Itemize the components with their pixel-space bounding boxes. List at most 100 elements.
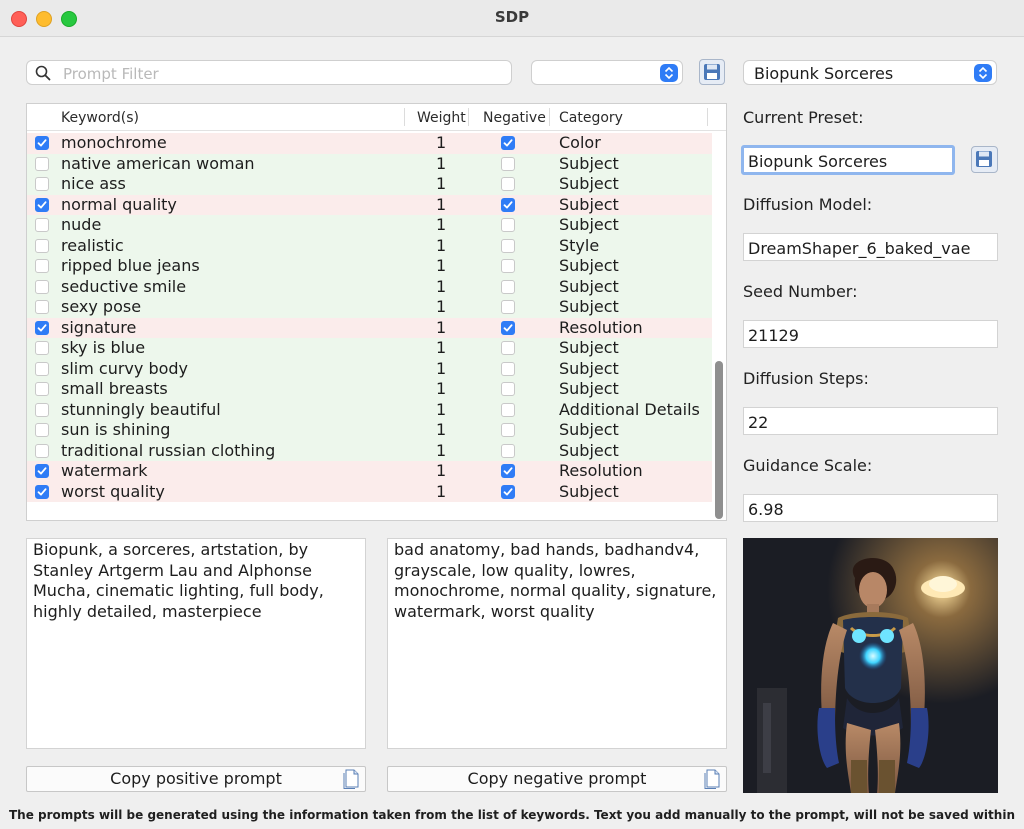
category-cell: Subject [559, 276, 619, 296]
table-row[interactable]: sky is blue 1 Subject [27, 338, 712, 359]
copy-positive-prompt-button[interactable]: Copy positive prompt [26, 766, 366, 792]
negative-checkbox[interactable] [501, 156, 515, 171]
table-row[interactable]: watermark 1 Resolution [27, 461, 712, 482]
negative-checkbox[interactable] [501, 484, 515, 499]
keyword-cell: sexy pose [61, 297, 142, 316]
weight-cell[interactable]: 1 [436, 420, 446, 440]
negative-checkbox[interactable] [501, 259, 515, 273]
negative-checkbox[interactable] [501, 361, 515, 376]
table-row[interactable]: slim curvy body 1 Subject [27, 358, 712, 379]
guidance-scale-input[interactable]: 6.98 [743, 494, 998, 522]
table-row[interactable]: signature 1 Resolution [27, 317, 712, 338]
category-cell: Color [559, 133, 601, 152]
table-row[interactable]: sun is shining 1 Subject [27, 420, 712, 441]
prompt-filter-input[interactable] [61, 63, 505, 84]
negative-checkbox[interactable] [501, 402, 515, 417]
row-select-checkbox[interactable] [35, 443, 49, 458]
weight-cell[interactable]: 1 [436, 174, 446, 194]
table-row[interactable]: nude 1 Subject [27, 215, 712, 236]
copy-negative-prompt-button[interactable]: Copy negative prompt [387, 766, 727, 792]
table-row[interactable]: native american woman 1 Subject [27, 153, 712, 174]
negative-checkbox[interactable] [501, 382, 515, 396]
row-select-checkbox[interactable] [35, 259, 49, 273]
column-header-weight[interactable]: Weight [417, 110, 466, 126]
row-select-checkbox[interactable] [35, 177, 49, 191]
prompt-filter-search[interactable] [26, 60, 512, 85]
weight-cell[interactable]: 1 [436, 318, 446, 338]
row-select-checkbox[interactable] [35, 300, 49, 314]
table-row[interactable]: ripped blue jeans 1 Subject [27, 256, 712, 277]
save-preset-button[interactable] [971, 146, 998, 173]
table-row[interactable]: stunningly beautiful 1 Additional Details [27, 399, 712, 420]
category-cell: Subject [559, 215, 619, 234]
row-select-checkbox[interactable] [35, 320, 49, 335]
negative-prompt-textarea[interactable]: bad anatomy, bad hands, badhandv4, grays… [387, 538, 727, 749]
row-select-checkbox[interactable] [35, 156, 49, 171]
table-row[interactable]: monochrome 1 Color [27, 133, 712, 154]
category-cell: Subject [559, 420, 619, 439]
table-row[interactable]: nice ass 1 Subject [27, 174, 712, 195]
weight-cell[interactable]: 1 [436, 359, 446, 379]
negative-checkbox[interactable] [501, 443, 515, 458]
scrollbar-thumb[interactable] [715, 361, 723, 519]
row-select-checkbox[interactable] [35, 382, 49, 396]
negative-checkbox[interactable] [501, 320, 515, 335]
row-select-checkbox[interactable] [35, 484, 49, 499]
current-preset-input[interactable]: Biopunk Sorceres [741, 145, 955, 175]
row-select-checkbox[interactable] [35, 238, 49, 253]
keyword-cell: small breasts [61, 379, 168, 398]
weight-cell[interactable]: 1 [436, 297, 446, 317]
row-select-checkbox[interactable] [35, 361, 49, 376]
negative-checkbox[interactable] [501, 218, 515, 232]
negative-checkbox[interactable] [501, 177, 515, 191]
negative-checkbox[interactable] [501, 197, 515, 212]
table-row[interactable]: realistic 1 Style [27, 235, 712, 256]
weight-cell[interactable]: 1 [436, 441, 446, 461]
table-row[interactable]: small breasts 1 Subject [27, 379, 712, 400]
row-select-checkbox[interactable] [35, 136, 49, 150]
row-select-checkbox[interactable] [35, 218, 49, 232]
row-select-checkbox[interactable] [35, 464, 49, 478]
diffusion-model-input[interactable]: DreamShaper_6_baked_vae [743, 233, 998, 261]
column-header-negative[interactable]: Negative [483, 110, 546, 126]
weight-cell[interactable]: 1 [436, 277, 446, 297]
negative-checkbox[interactable] [501, 341, 515, 355]
weight-cell[interactable]: 1 [436, 400, 446, 420]
table-row[interactable]: worst quality 1 Subject [27, 481, 712, 502]
table-row[interactable]: traditional russian clothing 1 Subject [27, 440, 712, 461]
keyword-cell: slim curvy body [61, 358, 189, 378]
negative-checkbox[interactable] [501, 464, 515, 478]
column-header-category[interactable]: Category [559, 110, 623, 126]
row-select-checkbox[interactable] [35, 197, 49, 212]
row-select-checkbox[interactable] [35, 279, 49, 294]
table-row[interactable]: normal quality 1 Subject [27, 194, 712, 215]
negative-checkbox[interactable] [501, 423, 515, 437]
weight-cell[interactable]: 1 [436, 133, 446, 153]
row-select-checkbox[interactable] [35, 402, 49, 417]
positive-prompt-textarea[interactable]: Biopunk, a sorceres, artstation, by Stan… [26, 538, 366, 749]
seed-number-input[interactable]: 21129 [743, 320, 998, 348]
row-select-checkbox[interactable] [35, 423, 49, 437]
negative-checkbox[interactable] [501, 238, 515, 253]
weight-cell[interactable]: 1 [436, 379, 446, 399]
negative-checkbox[interactable] [501, 279, 515, 294]
weight-cell[interactable]: 1 [436, 195, 446, 215]
table-row[interactable]: seductive smile 1 Subject [27, 276, 712, 297]
weight-cell[interactable]: 1 [436, 338, 446, 358]
negative-checkbox[interactable] [501, 136, 515, 150]
weight-cell[interactable]: 1 [436, 154, 446, 174]
weight-cell[interactable]: 1 [436, 215, 446, 235]
category-filter-select[interactable] [531, 60, 683, 85]
weight-cell[interactable]: 1 [436, 256, 446, 276]
preset-select[interactable]: Biopunk Sorceres [743, 60, 997, 85]
column-header-keywords[interactable]: Keyword(s) [61, 110, 139, 126]
weight-cell[interactable]: 1 [436, 461, 446, 481]
row-select-checkbox[interactable] [35, 341, 49, 355]
table-row[interactable]: sexy pose 1 Subject [27, 297, 712, 318]
weight-cell[interactable]: 1 [436, 482, 446, 502]
negative-checkbox[interactable] [501, 300, 515, 314]
diffusion-steps-input[interactable]: 22 [743, 407, 998, 435]
weight-cell[interactable]: 1 [436, 236, 446, 256]
table-scrollbar[interactable] [712, 131, 726, 520]
save-keywords-button[interactable] [699, 59, 725, 85]
